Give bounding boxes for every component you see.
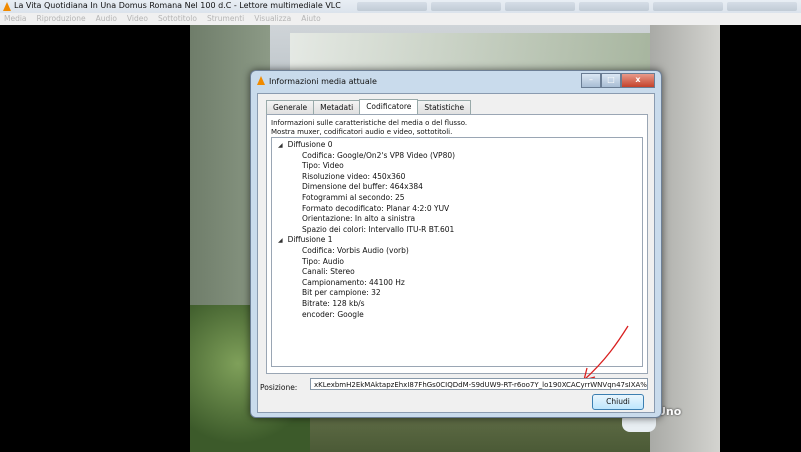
minimize-button[interactable]: – — [581, 73, 601, 88]
stream-label: Diffusione 1 — [287, 235, 333, 245]
tab-strip: Generale Metadati Codificatore Statistic… — [266, 99, 472, 116]
stream-property: Risoluzione video: 450x360 — [302, 171, 406, 181]
menu-audio[interactable]: Audio — [96, 13, 117, 25]
menu-strumenti[interactable]: Strumenti — [207, 13, 244, 25]
stream-property: Canali: Stereo — [302, 267, 355, 277]
dialog-client-area: Generale Metadati Codificatore Statistic… — [257, 93, 655, 413]
stream-property: Bit per campione: 32 — [302, 288, 381, 298]
stream-property: Bitrate: 128 kb/s — [302, 299, 365, 308]
stream-property: Tipo: Video — [302, 161, 344, 171]
position-field[interactable]: xKLexbmH2EkMAktapzEhxI87FhGs0CIQDdM-S9dU… — [310, 378, 648, 390]
close-button[interactable]: Chiudi — [592, 394, 644, 410]
stream-node[interactable]: ◢ Diffusione 1 — [278, 235, 333, 246]
taskbar-item[interactable] — [357, 2, 427, 11]
stream-property: Formato decodificato: Planar 4:2:0 YUV — [302, 203, 450, 213]
menu-sottotitolo[interactable]: Sottotitolo — [158, 13, 197, 25]
tab-generale[interactable]: Generale — [266, 100, 315, 114]
taskbar-item[interactable] — [653, 2, 723, 11]
stream-property: Codifica: Google/On2's VP8 Video (VP80) — [302, 150, 456, 160]
vlc-cone-icon — [3, 2, 11, 11]
menu-media[interactable]: Media — [4, 13, 27, 25]
taskbar-item[interactable] — [431, 2, 501, 11]
menu-video[interactable]: Video — [127, 13, 148, 25]
stream-label: Diffusione 0 — [287, 140, 333, 149]
dialog-titlebar[interactable]: Informazioni media attuale – □ x — [251, 71, 661, 91]
menu-bar: Media Riproduzione Audio Video Sottotito… — [0, 13, 801, 25]
red-annotation-arrow-icon — [583, 325, 629, 381]
taskbar-item[interactable] — [505, 2, 575, 11]
window-titlebar: La Vita Quotidiana In Una Domus Romana N… — [0, 0, 801, 13]
menu-visualizza[interactable]: Visualizza — [254, 13, 291, 25]
taskbar-item[interactable] — [727, 2, 797, 11]
description-line: Informazioni sulle caratteristiche del m… — [271, 119, 468, 127]
dialog-title: Informazioni media attuale — [269, 77, 377, 86]
stream-property: Campionamento: 44100 Hz — [302, 277, 405, 287]
menu-riproduzione[interactable]: Riproduzione — [37, 13, 86, 25]
stream-property: Codifica: Vorbis Audio (vorb) — [302, 246, 409, 255]
video-scene-roof — [290, 33, 650, 73]
stream-property: encoder: Google — [302, 309, 364, 319]
taskbar-item[interactable] — [579, 2, 649, 11]
taskbar-thumbnails — [357, 2, 797, 11]
position-label: Posizione: — [260, 383, 298, 392]
tab-statistiche[interactable]: Statistiche — [417, 100, 472, 114]
media-info-dialog: Informazioni media attuale – □ x General… — [250, 70, 662, 418]
stream-property: Tipo: Audio — [302, 256, 345, 266]
stream-property: Spazio dei colori: Intervallo ITU-R BT.6… — [302, 224, 455, 234]
expand-triangle-icon[interactable]: ◢ — [278, 141, 283, 151]
window-title: La Vita Quotidiana In Una Domus Romana N… — [14, 1, 341, 10]
stream-property: Fotogrammi al secondo: 25 — [302, 193, 405, 202]
vlc-cone-icon — [257, 76, 265, 85]
description-line: Mostra muxer, codificatori audio e video… — [271, 128, 453, 136]
maximize-button[interactable]: □ — [601, 73, 621, 88]
menu-aiuto[interactable]: Aiuto — [301, 13, 321, 25]
stream-property: Orientazione: In alto a sinistra — [302, 214, 416, 224]
tab-metadati[interactable]: Metadati — [313, 100, 361, 114]
codec-description: Informazioni sulle caratteristiche del m… — [271, 119, 467, 137]
stream-property: Dimensione del buffer: 464x384 — [302, 182, 423, 192]
expand-triangle-icon[interactable]: ◢ — [278, 236, 283, 246]
close-window-button[interactable]: x — [621, 73, 655, 88]
stream-node[interactable]: ◢ Diffusione 0 — [278, 140, 333, 151]
